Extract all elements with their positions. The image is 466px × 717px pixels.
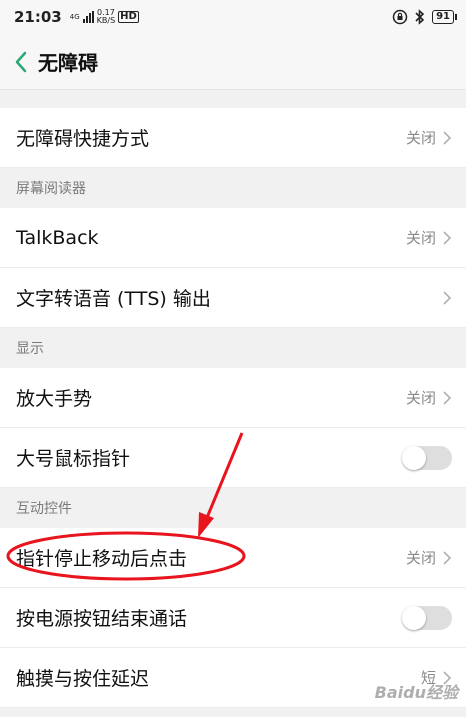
chevron-right-icon <box>442 550 452 566</box>
battery-icon: 91 <box>432 10 457 24</box>
row-label: 指针停止移动后点击 <box>16 548 188 570</box>
app-bar: 无障碍 <box>0 34 466 90</box>
signal-icon <box>82 11 94 23</box>
row-label: 文字转语音 (TTS) 输出 <box>16 288 211 310</box>
section-header-interaction: 互动控件 <box>0 488 466 528</box>
watermark-logo: Baidu经验 <box>374 683 458 702</box>
row-value: 关闭 <box>405 549 436 567</box>
back-button[interactable] <box>10 47 32 77</box>
chevron-right-icon <box>442 290 452 306</box>
toggle-knob <box>402 605 426 630</box>
chevron-right-icon <box>442 390 452 406</box>
row-dwell-click[interactable]: 指针停止移动后点击 关闭 <box>0 528 466 588</box>
bluetooth-icon <box>415 9 425 25</box>
row-tts-output[interactable]: 文字转语音 (TTS) 输出 <box>0 268 466 328</box>
section-header-display: 显示 <box>0 328 466 368</box>
row-value: 关闭 <box>405 229 436 247</box>
row-accessibility-shortcut[interactable]: 无障碍快捷方式 关闭 <box>0 108 466 168</box>
power-end-call-toggle[interactable] <box>402 605 452 630</box>
chevron-right-icon <box>442 230 452 246</box>
row-magnification-gesture[interactable]: 放大手势 关闭 <box>0 368 466 428</box>
hd-icon: HD <box>118 11 139 23</box>
row-label: 按电源按钮结束通话 <box>16 608 188 630</box>
chevron-left-icon <box>15 51 27 72</box>
status-bar: 21:03 4G 0.17 KB/S HD 91 <box>0 0 466 34</box>
section-header-screen-reader: 屏幕阅读器 <box>0 168 466 208</box>
row-label: 放大手势 <box>16 388 93 410</box>
lock-rotation-icon <box>392 9 408 25</box>
row-value: 关闭 <box>405 389 436 407</box>
status-time: 21:03 <box>14 8 62 26</box>
row-power-button-ends-call[interactable]: 按电源按钮结束通话 <box>0 588 466 648</box>
row-talkback[interactable]: TalkBack 关闭 <box>0 208 466 268</box>
page-title: 无障碍 <box>38 51 98 75</box>
row-label: 触摸与按住延迟 <box>16 668 150 690</box>
row-value: 关闭 <box>405 129 436 147</box>
row-label: 大号鼠标指针 <box>16 448 131 470</box>
row-label: TalkBack <box>16 226 99 249</box>
large-pointer-toggle[interactable] <box>402 445 452 470</box>
network-type: 4G <box>69 12 80 21</box>
toggle-knob <box>402 445 426 470</box>
settings-list: 无障碍快捷方式 关闭 屏幕阅读器 TalkBack 关闭 文字转语音 (TTS)… <box>0 108 466 708</box>
network-speed: 0.17 KB/S <box>96 8 116 25</box>
row-label: 无障碍快捷方式 <box>16 128 150 150</box>
chevron-right-icon <box>442 130 452 146</box>
row-large-mouse-pointer[interactable]: 大号鼠标指针 <box>0 428 466 488</box>
